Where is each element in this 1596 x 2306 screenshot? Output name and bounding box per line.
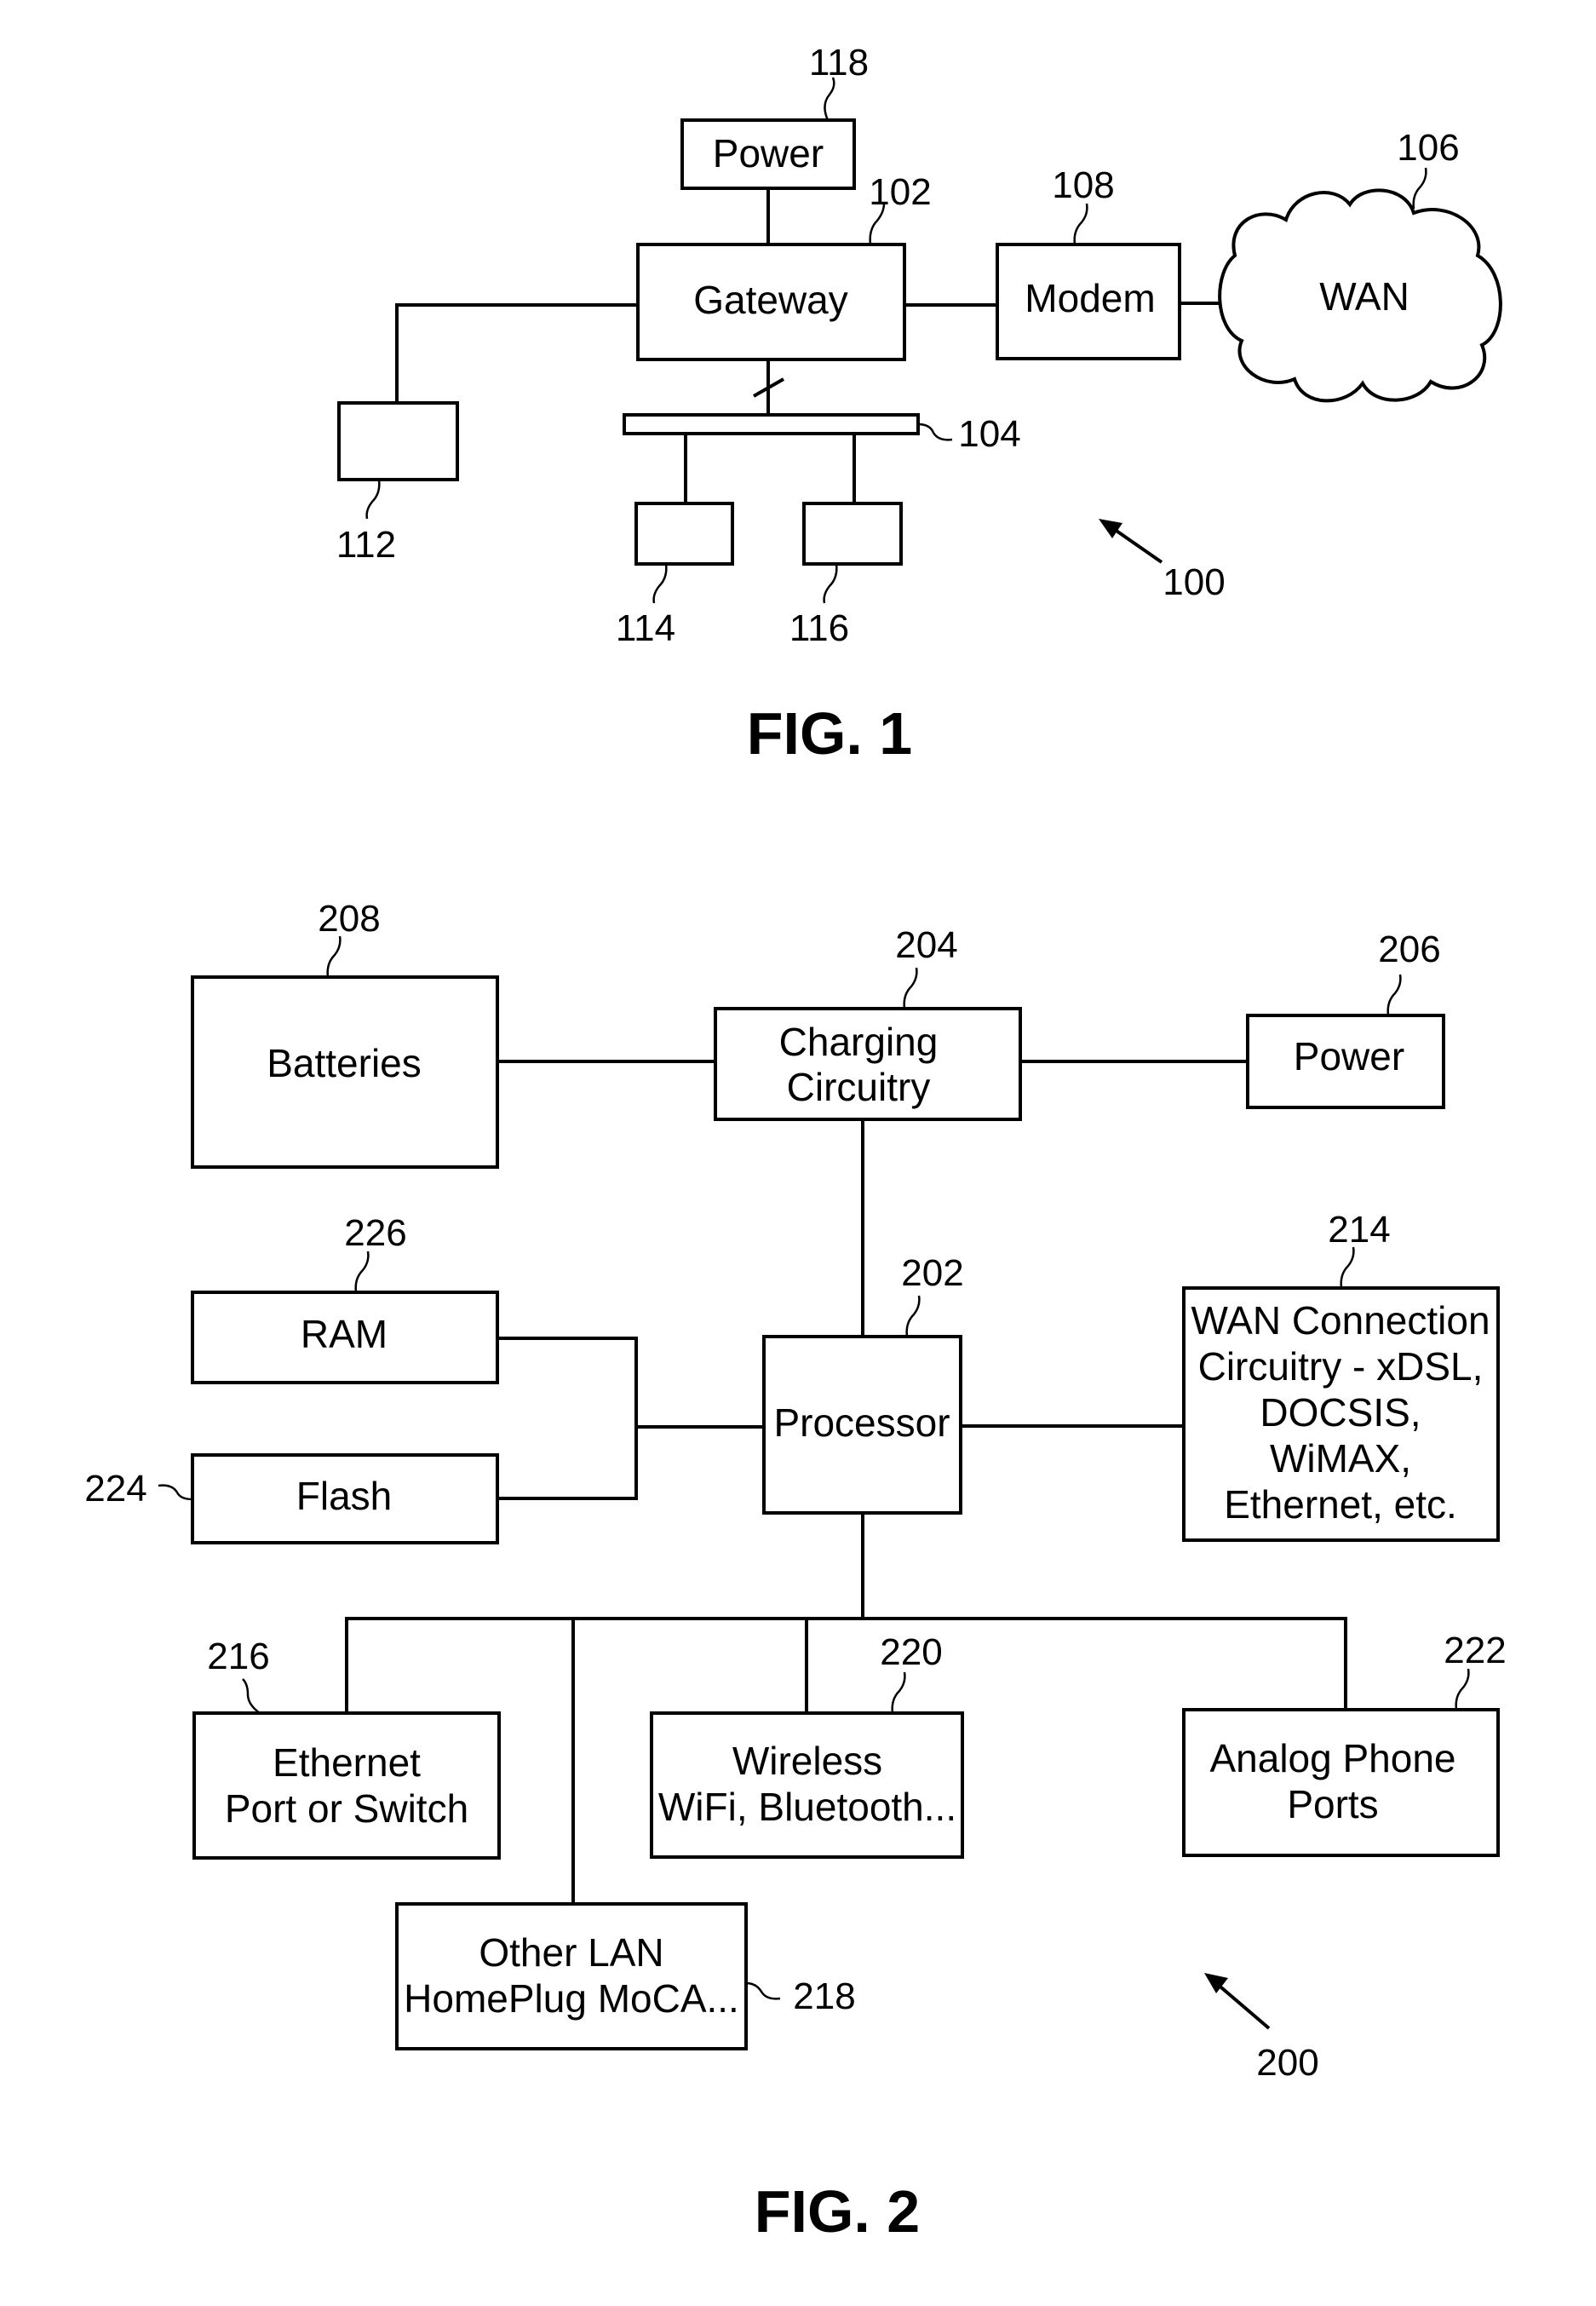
gateway-device112-link [395,303,638,403]
ref-118-leader [824,77,835,121]
system-100-arrowhead [1099,519,1122,538]
processor-label: Processor [773,1400,950,1445]
charging-label-line2: Circuitry [787,1065,931,1109]
ethernet-block [192,1711,501,1860]
ref-220-leader [891,1671,906,1714]
ref-106: 106 [1397,127,1459,169]
ref-222-leader [1455,1668,1470,1711]
ref-214: 214 [1328,1209,1390,1251]
flash-label: Flash [296,1474,392,1518]
ref-214-leader [1340,1246,1355,1289]
ethernet-label-line1: Ethernet [273,1740,421,1785]
batteries-label: Batteries [267,1041,422,1085]
ref-202: 202 [901,1252,963,1294]
ref-200: 200 [1256,2042,1318,2084]
ref-216: 216 [207,1636,269,1677]
modem-label: Modem [1025,276,1155,320]
other-lan-label-line1: Other LAN [479,1930,663,1975]
ref-220: 220 [880,1631,942,1673]
system-200-arrow [1214,1981,1271,2030]
ref-204-leader [903,967,918,1009]
ref-206: 206 [1378,929,1440,970]
analog-label-line1: Analog Phone [1209,1736,1455,1780]
ref-224-leader [158,1484,193,1501]
ethernet-label-line2: Port or Switch [225,1786,468,1831]
other-lan-label-line2: HomePlug MoCA... [404,1976,739,2021]
ref-218-leader [745,1981,781,2000]
memory-bus-link [497,1337,638,1500]
wan-conn-line5: Ethernet, etc. [1224,1482,1457,1527]
power-206-label: Power [1294,1034,1404,1078]
patent-figures: Power 118 Gateway 102 Modem 108 WAN 106 … [84,42,1506,2245]
figure-2-caption: FIG. 2 [755,2178,920,2245]
ref-100: 100 [1163,561,1225,603]
ref-208: 208 [318,898,380,940]
wan-conn-line1: WAN Connection [1191,1298,1490,1343]
wireless-label-line2: WiFi, Bluetooth... [658,1785,956,1829]
ref-204: 204 [895,924,957,966]
ref-116-leader [823,563,838,604]
ref-226-leader [354,1251,370,1293]
figure-1: Power 118 Gateway 102 Modem 108 WAN 106 … [336,42,1502,767]
device-116-block [802,502,903,566]
ref-114-leader [652,563,668,604]
ref-102: 102 [869,171,931,213]
ref-224: 224 [84,1468,146,1510]
power-label: Power [713,131,824,175]
figure-2: Batteries 208 Charging Circuitry 204 Pow… [84,898,1506,2245]
wan-conn-line4: WiMAX, [1270,1436,1411,1481]
ref-216-leader [242,1678,261,1715]
ref-108-leader [1073,203,1088,245]
ref-112: 112 [336,524,396,566]
wan-label: WAN [1319,274,1409,319]
analog-label-line2: Ports [1287,1782,1378,1826]
device-112-block [337,401,459,481]
network-bus [623,413,920,435]
figure-1-caption: FIG. 1 [747,700,912,767]
ref-108: 108 [1052,164,1114,206]
ref-202-leader [905,1295,921,1337]
ref-112-leader [365,479,381,520]
ref-222: 222 [1444,1630,1506,1671]
wan-conn-line2: Circuitry - xDSL, [1198,1344,1484,1389]
wireless-label-line1: Wireless [732,1739,882,1783]
ref-104: 104 [958,413,1020,455]
wan-conn-line3: DOCSIS, [1260,1390,1421,1435]
ref-206-leader [1386,974,1402,1016]
ref-226: 226 [344,1212,406,1254]
ram-label: RAM [301,1312,388,1356]
ref-218: 218 [793,1975,855,2017]
device-114-block [634,502,734,566]
ref-106-leader [1412,167,1427,210]
ref-116: 116 [789,607,849,649]
ref-118: 118 [809,42,869,83]
gateway-label: Gateway [693,278,848,322]
ref-208-leader [326,935,342,978]
system-100-arrow [1110,526,1163,564]
charging-label-line1: Charging [779,1020,939,1064]
ref-104-leader [917,423,953,441]
ref-114: 114 [616,607,675,649]
